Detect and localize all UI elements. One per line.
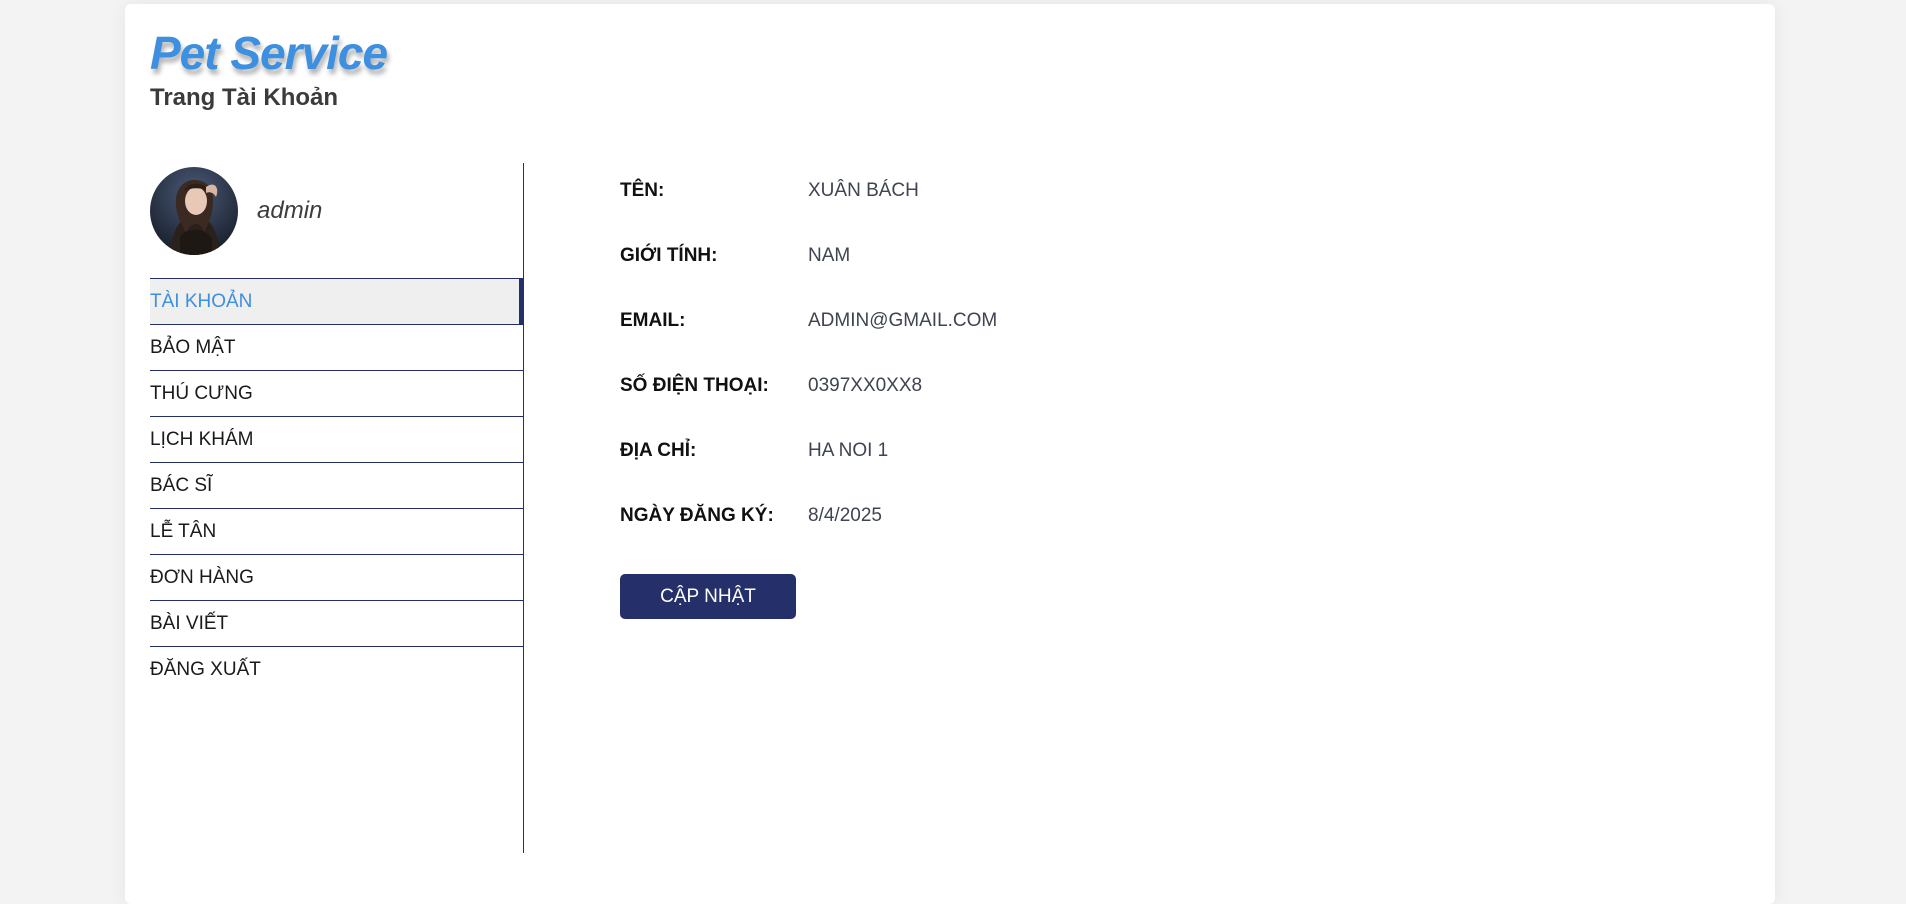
registered-date-label: NGÀY ĐĂNG KÝ: xyxy=(620,505,774,526)
info-row-address: ĐỊA CHỈ: HA NOI 1 xyxy=(620,440,997,505)
sidebar-item-doctors[interactable]: BÁC SĨ xyxy=(150,463,523,509)
registered-date-value: 8/4/2025 xyxy=(808,505,882,526)
gender-value: NAM xyxy=(808,245,851,266)
info-row-gender: GIỚI TÍNH: NAM xyxy=(620,245,997,310)
phone-label: SỐ ĐIỆN THOẠI: xyxy=(620,375,769,396)
gender-label: GIỚI TÍNH: xyxy=(620,245,718,266)
info-row-name: TÊN: XUÂN BÁCH xyxy=(620,180,997,245)
info-row-registered: NGÀY ĐĂNG KÝ: 8/4/2025 xyxy=(620,505,997,570)
brand-logo[interactable]: Pet Service xyxy=(150,26,388,80)
sidebar: admin TÀI KHOẢN BẢO MẬT THÚ CƯNG LỊCH KH… xyxy=(150,163,524,853)
sidebar-item-pets[interactable]: THÚ CƯNG xyxy=(150,371,523,417)
avatar xyxy=(150,167,238,255)
sidebar-item-orders[interactable]: ĐƠN HÀNG xyxy=(150,555,523,601)
sidebar-menu: TÀI KHOẢN BẢO MẬT THÚ CƯNG LỊCH KHÁM BÁC… xyxy=(150,278,523,692)
address-value: HA NOI 1 xyxy=(808,440,889,461)
update-button[interactable]: CẬP NHẬT xyxy=(620,574,796,619)
info-row-email: EMAIL: ADMIN@GMAIL.COM xyxy=(620,310,997,375)
sidebar-item-appointments[interactable]: LỊCH KHÁM xyxy=(150,417,523,463)
address-label: ĐỊA CHỈ: xyxy=(620,440,697,461)
name-label: TÊN: xyxy=(620,180,665,201)
phone-value: 0397XX0XX8 xyxy=(808,375,923,396)
sidebar-item-logout[interactable]: ĐĂNG XUẤT xyxy=(150,647,523,692)
sidebar-item-security[interactable]: BẢO MẬT xyxy=(150,325,523,371)
page-title: Trang Tài Khoản xyxy=(150,84,339,111)
sidebar-item-account[interactable]: TÀI KHOẢN xyxy=(150,278,523,325)
sidebar-item-posts[interactable]: BÀI VIẾT xyxy=(150,601,523,647)
email-value: ADMIN@GMAIL.COM xyxy=(808,310,998,331)
sidebar-item-receptionists[interactable]: LỄ TÂN xyxy=(150,509,523,555)
user-profile: admin xyxy=(150,167,322,255)
email-label: EMAIL: xyxy=(620,310,686,331)
name-value: XUÂN BÁCH xyxy=(808,180,919,201)
username: admin xyxy=(257,197,323,224)
info-row-phone: SỐ ĐIỆN THOẠI: 0397XX0XX8 xyxy=(620,375,997,440)
account-info: TÊN: XUÂN BÁCH GIỚI TÍNH: NAM EMAIL: ADM… xyxy=(620,180,997,570)
account-card: Pet Service Trang Tài Khoản admin TÀI KH… xyxy=(125,4,1775,904)
